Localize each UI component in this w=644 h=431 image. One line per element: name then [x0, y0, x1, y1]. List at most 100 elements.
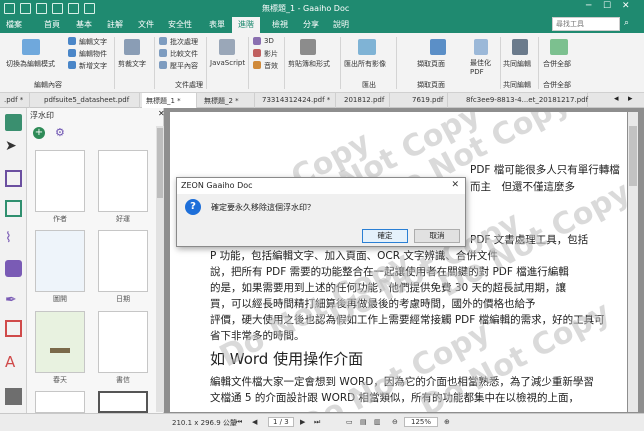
maximize-icon[interactable]: ☐ [603, 1, 611, 11]
menu-document[interactable]: 文件 [138, 19, 154, 30]
watermark-thumb-label: 作者 [53, 215, 67, 223]
watermark-thumb[interactable] [98, 150, 148, 212]
zoom-select[interactable]: 125% [404, 417, 439, 427]
confirm-dialog: ZEON Gaaiho Doc ✕ ? 確定要永久移除這個浮水印？ 確定 取消 [176, 177, 466, 247]
ribbon-flatten[interactable]: 壓平內容 [170, 61, 198, 71]
ribbon-compare[interactable]: 比較文件 [170, 49, 198, 59]
ribbon-edit-object[interactable]: 編輯物件 [79, 49, 107, 59]
ribbon-group-caption-edit: 編輯內容 [34, 81, 62, 89]
menu-comment[interactable]: 註解 [107, 19, 123, 30]
ribbon-edit-text[interactable]: 編輯文字 [79, 37, 107, 47]
doc-tab[interactable]: 7619.pdf [408, 93, 448, 108]
menu-share[interactable]: 分享 [303, 19, 319, 30]
watermark-thumb-selected[interactable] [98, 391, 148, 413]
text-field-icon[interactable]: A [5, 354, 22, 371]
ribbon-batch[interactable]: 批次處理 [170, 37, 198, 47]
search-tools-input[interactable] [552, 17, 620, 31]
panel-title: 浮水印 [30, 111, 54, 120]
tab-scroll-left-icon[interactable]: ◂ [614, 94, 619, 104]
ribbon-video[interactable]: 影片 [264, 49, 278, 59]
sound-icon [253, 61, 261, 69]
menu-view[interactable]: 檢視 [272, 19, 288, 30]
watermark-thumb[interactable] [35, 311, 85, 373]
ribbon-edit-mode-button[interactable]: 切換為編輯模式 [6, 59, 55, 69]
ribbon-clipboard-shapes[interactable]: 剪貼簿和形式 [288, 59, 330, 69]
ribbon-merge-all[interactable]: 合併全部 [543, 59, 571, 69]
menu-home[interactable]: 首頁 [44, 19, 60, 30]
menu-security[interactable]: 安全性 [168, 19, 192, 30]
doc-tab[interactable]: 無標題_2 * [200, 93, 255, 108]
javascript-icon [219, 39, 235, 55]
ribbon-separator [538, 37, 539, 89]
dialog-close-icon[interactable]: ✕ [451, 180, 459, 190]
zoom-out-icon[interactable]: ⊖ [392, 418, 398, 426]
menu-forms[interactable]: 表單 [209, 19, 225, 30]
doc-tab-active[interactable]: 無標題_1 * [142, 93, 197, 108]
watermark-thumb[interactable] [35, 230, 85, 292]
comments-icon[interactable] [5, 260, 22, 277]
doc-tab[interactable]: 201812.pdf [340, 93, 390, 108]
redo-icon[interactable] [84, 3, 95, 14]
menu-advanced[interactable]: 進階 [232, 17, 260, 33]
ribbon-add-text[interactable]: 新增文字 [79, 61, 107, 71]
signature-icon[interactable]: ✒ [5, 292, 22, 309]
bench-image [50, 348, 70, 353]
watermark-thumb[interactable] [98, 230, 148, 292]
ribbon-extract-pages[interactable]: 擷取頁面 [417, 59, 445, 69]
print-icon[interactable] [52, 3, 63, 14]
watermark-thumb[interactable] [98, 311, 148, 373]
app-logo-icon [4, 3, 15, 14]
optimize-pdf-icon [474, 39, 488, 55]
prev-page-icon[interactable]: ◀ [252, 418, 257, 426]
menu-help[interactable]: 說明 [333, 19, 349, 30]
search-icon[interactable]: ⌕ [624, 18, 636, 30]
doc-tab[interactable]: .pdf * [0, 93, 30, 108]
select-arrow-icon[interactable]: ➤ [5, 138, 22, 155]
doc-tab[interactable]: 8fc3ee9-8813-4...et_20181217.pdf [462, 93, 588, 108]
continuous-page-icon[interactable]: ▤ [360, 418, 367, 426]
document-scrollbar[interactable] [628, 112, 638, 412]
last-page-icon[interactable]: ⏭ [314, 418, 320, 427]
hand-tool-icon[interactable] [5, 114, 22, 131]
panel-scrollbar[interactable] [156, 126, 164, 412]
more-tools-icon[interactable] [5, 388, 22, 405]
two-page-icon[interactable]: ▥ [374, 418, 381, 426]
next-page-icon[interactable]: ▶ [300, 418, 305, 426]
ribbon-separator [114, 37, 115, 89]
menu-file[interactable]: 檔案 [6, 19, 22, 30]
tab-scroll-right-icon[interactable]: ▸ [628, 94, 633, 104]
minimize-icon[interactable]: ─ [586, 1, 591, 11]
zoom-in-icon[interactable]: ⊕ [444, 418, 450, 426]
merge-all-icon [550, 39, 568, 55]
ok-button[interactable]: 確定 [362, 229, 408, 243]
watermark-thumb[interactable] [35, 150, 85, 212]
ribbon-optimize-pdf[interactable]: 最佳化PDF [470, 59, 496, 77]
bookmark-icon[interactable] [5, 170, 22, 187]
layers-icon[interactable] [5, 320, 22, 337]
ribbon-export-images[interactable]: 匯出所有影像 [344, 59, 386, 69]
settings-gear-icon[interactable]: ⚙ [55, 127, 67, 139]
attachment-icon[interactable]: ⌇ [5, 230, 22, 247]
save-icon[interactable] [36, 3, 47, 14]
add-watermark-icon[interactable]: + [33, 127, 45, 139]
ribbon-javascript[interactable]: JavaScript [210, 59, 245, 67]
watermark-thumb[interactable] [35, 391, 85, 413]
thumbnails-icon[interactable] [5, 200, 22, 217]
cancel-button[interactable]: 取消 [414, 229, 460, 243]
doc-tab[interactable]: pdfsuite5_datasheet.pdf [40, 93, 140, 108]
single-page-icon[interactable]: ▭ [346, 418, 353, 426]
ribbon-sound[interactable]: 音效 [264, 61, 278, 71]
ribbon-co-edit[interactable]: 共同編輯 [503, 59, 531, 69]
doc-tab[interactable]: 73314312424.pdf * [258, 93, 336, 108]
first-page-icon[interactable]: ⏮ [236, 418, 242, 427]
open-icon[interactable] [20, 3, 31, 14]
panel-scroll-thumb[interactable] [157, 128, 163, 198]
ribbon-crop-text[interactable]: 剪裁文字 [118, 59, 146, 69]
menu-basic[interactable]: 基本 [76, 19, 92, 30]
close-icon[interactable]: ✕ [622, 1, 630, 11]
document-scroll-thumb[interactable] [629, 126, 637, 186]
undo-icon[interactable] [68, 3, 79, 14]
page-number-field[interactable]: 1 / 3 [268, 417, 294, 427]
watermark-thumb-label: 圖開 [53, 295, 67, 303]
ribbon-3d[interactable]: 3D [264, 37, 274, 45]
